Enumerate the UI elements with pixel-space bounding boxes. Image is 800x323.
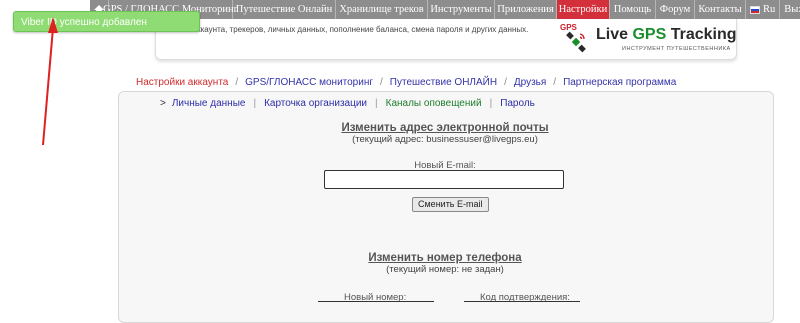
annotation-arrow [42, 17, 58, 146]
